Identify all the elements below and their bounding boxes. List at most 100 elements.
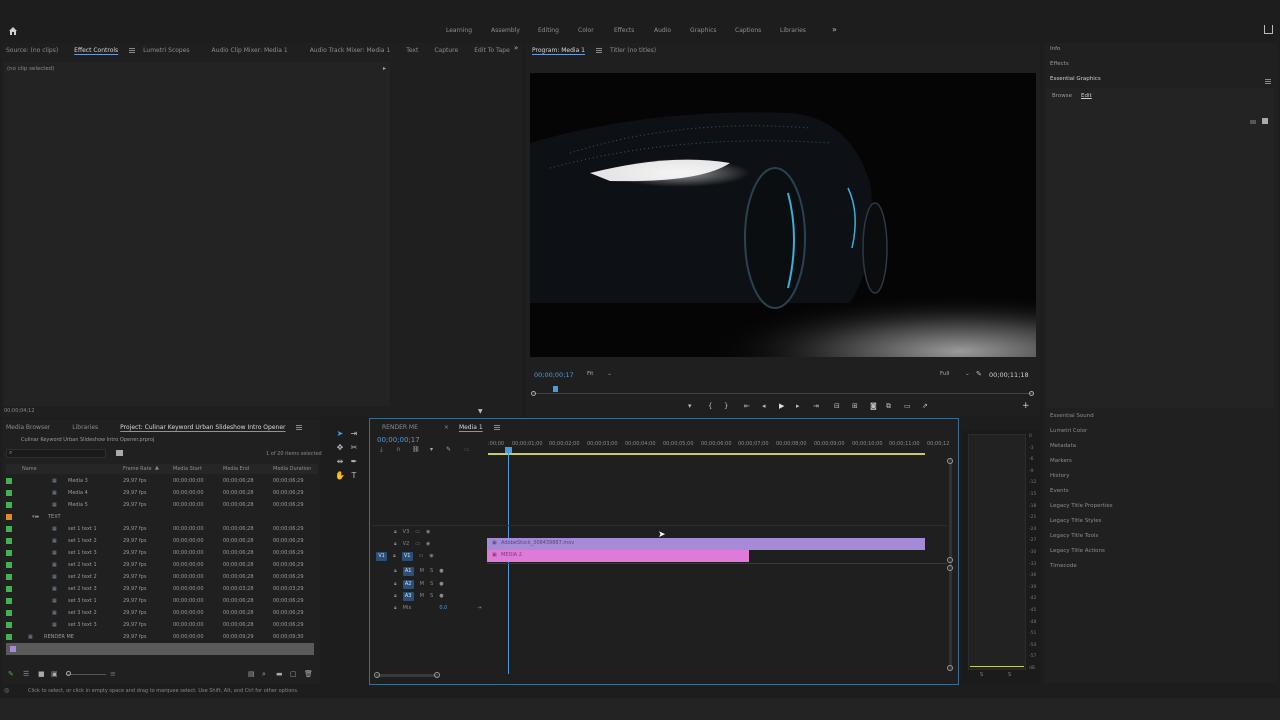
selection-tool-icon[interactable]: ➤ [335,428,345,438]
work-area-bar[interactable] [488,453,925,455]
list-item[interactable]: ▦ set 1 text 2 29,97 fps 00;00;00;00 00;00;0… [6,535,318,547]
add-marker-icon[interactable]: ▾ [430,446,433,453]
settings-wrench-icon[interactable]: ✎ [446,446,451,453]
essential-sound-item[interactable]: Essential Sound [1050,413,1094,419]
tab-source[interactable]: Source: (no clips) [0,47,66,54]
project-search-input[interactable]: ⌕ [6,449,106,458]
list-item[interactable]: ▦ RENDER ME 29,97 fps 00;00;00;00 00;00;09;2… [6,631,318,643]
track-label-a3[interactable]: A3 [402,591,414,601]
tab-edit-to-tape[interactable]: Edit To Tape [466,47,518,54]
panel-overflow-icon[interactable]: » [514,44,518,52]
column-frame-rate[interactable]: Frame Rate [123,466,152,472]
markers-item[interactable]: Markers [1050,458,1072,464]
find-icon[interactable]: ⌕ [262,670,266,679]
history-item[interactable]: History [1050,473,1070,479]
close-icon[interactable]: × [426,424,451,431]
list-item[interactable]: ▦ set 2 text 3 29,97 fps 00;00;00;00 00;00;0… [6,583,318,595]
program-timecode[interactable]: 00;00;00;17 [534,371,574,379]
scroll-handle-top[interactable] [947,458,953,464]
color-label-swatch[interactable] [6,574,12,580]
filter-icon[interactable]: ▼ [478,408,483,415]
mic-icon[interactable]: ● [439,568,443,574]
info-panel-title[interactable]: Info [1050,46,1060,52]
color-label-swatch[interactable] [6,490,12,496]
clip-adobestock[interactable]: ▣ AdobeStock_308439887.mov [487,538,925,550]
timeline-hscroll[interactable] [374,672,440,678]
source-patch-v1[interactable]: V1 [376,551,387,561]
timeline-vscroll[interactable] [949,458,952,670]
go-to-out-icon[interactable]: ⇥ [813,402,819,410]
solo-icon[interactable]: S [430,581,433,587]
expand-arrow-icon[interactable]: ▸ [383,65,386,72]
clip-media-2[interactable]: ▣ MEDIA 2 [487,550,749,562]
lock-icon[interactable]: 🔒︎ [394,605,397,611]
in-point-icon[interactable] [531,391,536,396]
solo-icon[interactable]: S [430,568,433,574]
slider-knob[interactable] [66,671,71,676]
color-label-swatch[interactable] [6,538,12,544]
legacy-title-tools-item[interactable]: Legacy Title Tools [1050,533,1098,539]
mark-in-icon[interactable]: { [708,402,712,410]
edit-tab[interactable]: Edit [1081,93,1092,99]
events-item[interactable]: Events [1050,488,1069,494]
color-label-swatch[interactable] [6,514,12,520]
tab-effect-controls[interactable]: Effect Controls [66,47,126,54]
program-scrubber[interactable] [531,386,1034,398]
column-media-end[interactable]: Media End [223,466,249,472]
column-name[interactable]: Name [22,466,37,472]
mix-value[interactable]: 0,0 [439,605,447,611]
color-label-swatch[interactable] [6,526,12,532]
ripple-edit-tool-icon[interactable]: ✥ [335,442,345,452]
list-item[interactable]: ▦ set 3 text 1 29,97 fps 00;00;00;00 00;00;0… [6,595,318,607]
list-item[interactable]: ▦ set 2 text 1 29,97 fps 00;00;00;00 00;00;0… [6,559,318,571]
new-item-icon[interactable]: ▢ [290,670,297,678]
tab-media-1[interactable]: Media 1 [451,424,491,431]
timecode-item[interactable]: Timecode [1050,563,1077,569]
color-label-swatch[interactable] [6,634,12,640]
list-item[interactable]: ▦ Media 4 29,97 fps 00;00;00;00 00;00;06;28 0… [6,487,318,499]
workspace-color[interactable]: Color [578,27,594,34]
new-layer-icon[interactable] [1262,118,1268,124]
tab-text[interactable]: Text [398,47,426,54]
legacy-title-properties-item[interactable]: Legacy Title Properties [1050,503,1113,509]
list-item[interactable]: ▦ Media 3 29,97 fps 00;00;00;00 00;00;06;28 0… [6,475,318,487]
mute-icon[interactable]: M [420,581,424,587]
freeform-view-icon[interactable]: ▣ [51,670,58,678]
share-icon[interactable] [1264,25,1273,34]
tab-audio-track-mixer[interactable]: Audio Track Mixer: Media 1 [296,47,399,54]
step-back-icon[interactable]: ◂ [762,402,766,410]
tab-lumetri-scopes[interactable]: Lumetri Scopes [135,47,197,54]
list-item[interactable]: ▦ set 2 text 2 29,97 fps 00;00;00;00 00;00;0… [6,571,318,583]
mic-icon[interactable]: ● [439,581,443,587]
vr-icon[interactable]: ▭ [904,402,911,410]
sync-lock-icon[interactable]: ▭ [419,553,424,559]
pen-tool-icon[interactable]: ✒ [349,456,359,466]
timeline-timecode[interactable]: 00;00;00;17 [377,436,420,444]
tab-titler[interactable]: Titler (no titles) [602,47,664,54]
hscroll-left-handle[interactable] [374,672,380,678]
workspace-libraries[interactable]: Libraries [780,27,806,34]
essential-graphics-title[interactable]: Essential Graphics [1050,76,1101,82]
color-label-swatch[interactable] [6,622,12,628]
captions-icon[interactable]: ▭ [464,446,470,453]
mic-icon[interactable]: ● [439,593,443,599]
zoom-slider[interactable] [66,674,106,675]
sync-lock-icon[interactable]: ▭ [415,529,420,535]
legacy-title-styles-item[interactable]: Legacy Title Styles [1050,518,1101,524]
hand-tool-icon[interactable]: ✋ [335,470,345,480]
tab-media-browser[interactable]: Media Browser [0,424,58,431]
playhead-icon[interactable] [553,386,558,392]
tab-project[interactable]: Project: Culinar Keyword Urban Slideshow… [106,424,293,431]
meter-solo-left[interactable]: S [980,672,983,678]
linked-selection-icon[interactable]: ⛓ [412,446,420,453]
panel-menu-icon[interactable] [596,47,602,53]
color-label-swatch[interactable] [6,562,12,568]
lock-icon[interactable]: 🔒︎ [394,529,397,535]
align-icon[interactable] [1250,120,1256,124]
fit-dropdown[interactable]: Fit ⌄ [587,371,612,377]
selected-row[interactable] [6,643,314,655]
panel-menu-icon[interactable] [129,47,136,53]
workspace-editing[interactable]: Editing [538,27,559,34]
meter-solo-right[interactable]: S [1008,672,1011,678]
tab-audio-clip-mixer[interactable]: Audio Clip Mixer: Media 1 [198,47,296,54]
